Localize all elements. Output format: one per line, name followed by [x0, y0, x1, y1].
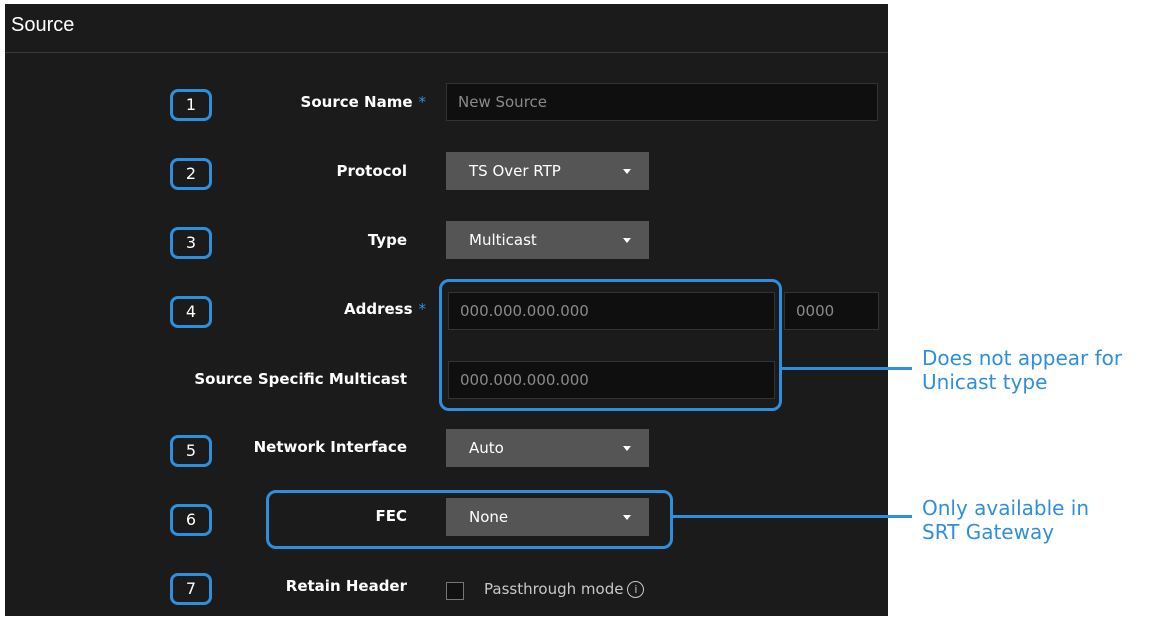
retain-header-label: Retain Header — [285, 577, 407, 595]
panel-title: Source — [11, 14, 75, 36]
step-badge-5: 5 — [170, 435, 212, 467]
network-interface-select[interactable]: Auto — [446, 429, 649, 467]
required-mark: * — [418, 93, 427, 111]
protocol-select[interactable]: TS Over RTP — [446, 152, 649, 190]
passthrough-label[interactable]: Passthrough mode i — [484, 580, 645, 598]
chevron-down-icon — [623, 446, 631, 451]
network-interface-value: Auto — [469, 439, 504, 457]
chevron-down-icon — [623, 238, 631, 243]
source-name-input[interactable]: New Source — [446, 83, 878, 121]
step-badge-1: 1 — [170, 89, 212, 121]
address-label: Address * — [235, 300, 426, 318]
type-value: Multicast — [469, 231, 537, 249]
fec-callout-line — [673, 515, 912, 518]
address-label-text: Address — [343, 300, 413, 318]
step-badge-6: 6 — [170, 504, 212, 536]
multicast-note: Does not appear for Unicast type — [922, 346, 1122, 394]
fec-callout-box — [266, 490, 673, 549]
address-port-input[interactable]: 0000 — [784, 292, 879, 330]
fec-note-line2: SRT Gateway — [922, 520, 1055, 544]
multicast-callout-box — [439, 279, 782, 411]
multicast-callout-line — [782, 367, 912, 370]
protocol-value: TS Over RTP — [469, 162, 561, 180]
network-interface-label: Network Interface — [253, 438, 407, 456]
step-badge-3: 3 — [170, 227, 212, 259]
step-badge-4: 4 — [170, 296, 212, 328]
multicast-note-line2: Unicast type — [922, 370, 1048, 394]
multicast-note-line1: Does not appear for — [922, 346, 1123, 370]
step-badge-2: 2 — [170, 158, 212, 190]
chevron-down-icon — [623, 169, 631, 174]
info-icon[interactable]: i — [627, 581, 645, 598]
fec-note: Only available in SRT Gateway — [922, 496, 1089, 544]
fec-note-line1: Only available in — [922, 496, 1090, 520]
type-label: Type — [367, 231, 407, 249]
passthrough-checkbox[interactable] — [446, 582, 464, 600]
source-name-label: Source Name * — [235, 93, 426, 111]
required-mark: * — [418, 300, 427, 318]
panel-header: Source — [5, 4, 888, 53]
ssm-label: Source Specific Multicast — [194, 370, 407, 388]
step-badge-7: 7 — [170, 573, 212, 605]
type-select[interactable]: Multicast — [446, 221, 649, 259]
passthrough-label-text: Passthrough mode — [484, 580, 624, 598]
source-name-label-text: Source Name — [300, 93, 413, 111]
protocol-label: Protocol — [336, 162, 407, 180]
